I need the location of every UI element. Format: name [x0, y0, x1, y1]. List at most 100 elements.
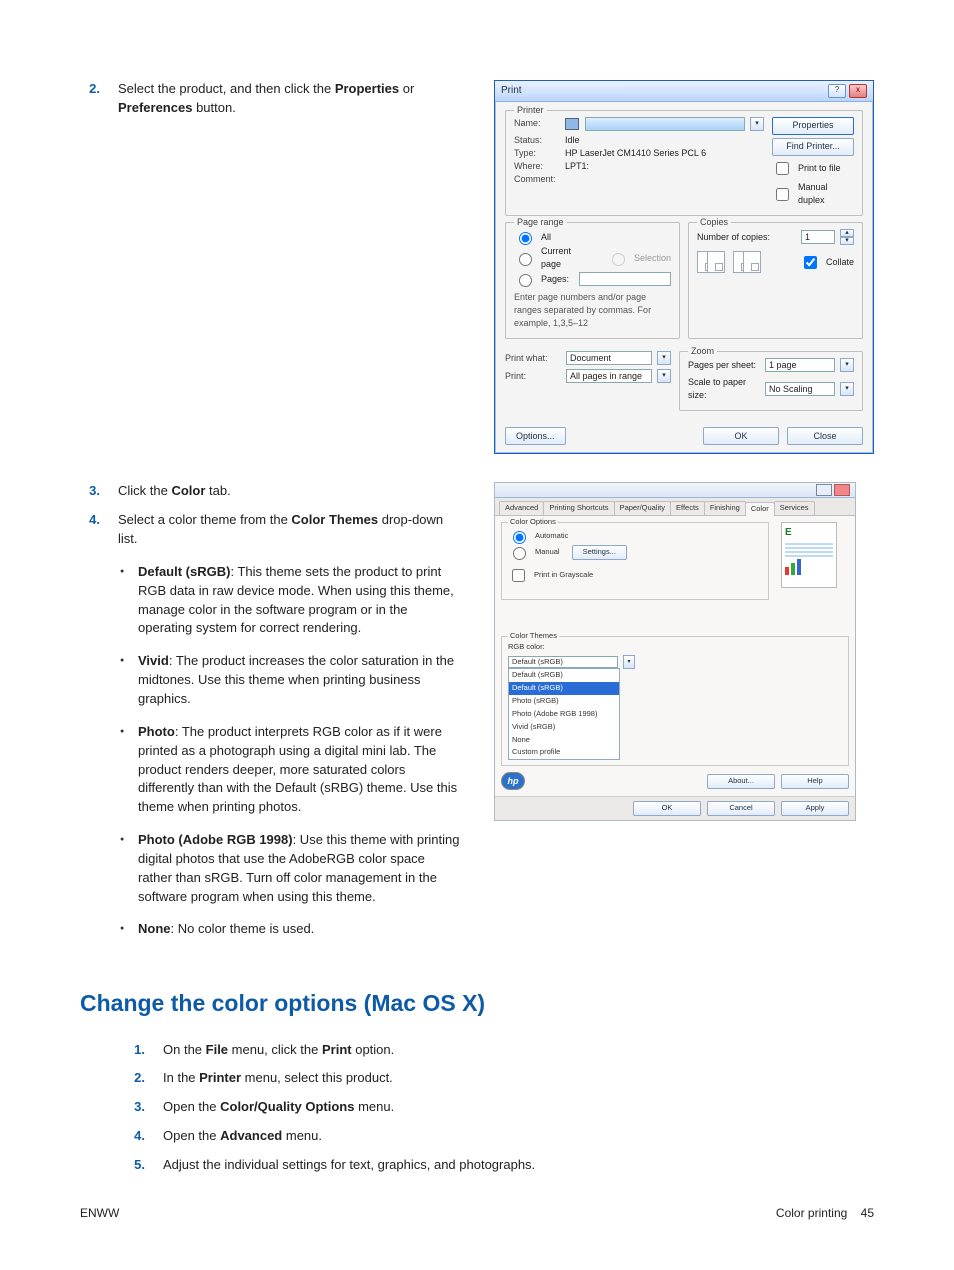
list-item[interactable]: Custom profile [509, 746, 619, 759]
grayscale-checkbox[interactable]: Print in Grayscale [508, 566, 762, 585]
cancel-button[interactable]: Cancel [707, 801, 775, 816]
minimize-icon[interactable] [816, 484, 832, 496]
mac-step-2-number: 2. [125, 1069, 145, 1088]
t: Color printing [776, 1206, 847, 1220]
value-where: LPT1: [565, 160, 589, 173]
list-item[interactable]: Vivid (sRGB) [509, 721, 619, 734]
help-icon[interactable]: ? [828, 84, 846, 98]
bullet-adobe: Photo (Adobe RGB 1998): Use this theme w… [118, 831, 460, 906]
label-print: Print: [505, 370, 560, 383]
ok-button[interactable]: OK [633, 801, 701, 816]
tab-finishing[interactable]: Finishing [704, 501, 746, 515]
t: menu, click the [228, 1042, 322, 1057]
tab-advanced[interactable]: Advanced [499, 501, 544, 515]
chevron-down-icon[interactable]: ▾ [623, 655, 635, 669]
print-to-file-checkbox[interactable]: Print to file [772, 159, 854, 178]
tab-printing-shortcuts[interactable]: Printing Shortcuts [543, 501, 614, 515]
t: Color [171, 483, 205, 498]
t: Print to file [798, 162, 841, 175]
label-type: Type: [514, 147, 559, 160]
about-button[interactable]: About... [707, 774, 775, 789]
label-print-what: Print what: [505, 352, 560, 365]
list-item[interactable]: None [509, 734, 619, 747]
t: Properties [335, 81, 399, 96]
options-button[interactable]: Options... [505, 427, 566, 445]
close-icon[interactable]: x [849, 84, 867, 98]
printer-icon [565, 118, 579, 130]
chevron-down-icon[interactable]: ▾ [750, 117, 764, 131]
label-name: Name: [514, 117, 559, 130]
print-select[interactable]: All pages in range [566, 369, 652, 383]
find-printer-button[interactable]: Find Printer... [772, 138, 854, 156]
t: Open the [163, 1128, 220, 1143]
chevron-down-icon[interactable]: ▾ [840, 382, 854, 396]
radio-current[interactable]: Current page [514, 245, 583, 271]
dialog-title: Print [501, 84, 522, 99]
step-3-text: Click the Color tab. [118, 482, 231, 501]
radio-selection: Selection [607, 250, 671, 266]
radio-pages[interactable]: Pages: [514, 271, 671, 287]
screenshot-properties-dialog: Advanced Printing Shortcuts Paper/Qualit… [494, 482, 856, 821]
t: Advanced [220, 1128, 282, 1143]
tab-color[interactable]: Color [745, 502, 775, 516]
footer-left: ENWW [80, 1205, 119, 1222]
spinner-down-icon[interactable]: ▾ [840, 237, 854, 245]
screenshot-print-dialog: Print ? x Printer Name: [494, 80, 874, 454]
apply-button[interactable]: Apply [781, 801, 849, 816]
step-4-number: 4. [80, 511, 100, 549]
rgb-color-select[interactable]: Default (sRGB) [508, 656, 618, 668]
t: Collate [826, 256, 854, 269]
t: : No color theme is used. [171, 921, 315, 936]
t: Select the product, and then click the [118, 81, 335, 96]
print-what-select[interactable]: Document [566, 351, 652, 365]
t: Click the [118, 483, 171, 498]
chevron-down-icon[interactable]: ▾ [840, 358, 854, 372]
ok-button[interactable]: OK [703, 427, 779, 445]
copies-input[interactable]: 1 [801, 230, 835, 244]
radio-automatic[interactable]: Automatic [508, 528, 762, 544]
section-heading: Change the color options (Mac OS X) [80, 987, 874, 1020]
bullet-photo: Photo: The product interprets RGB color … [118, 723, 460, 817]
label-copies: Number of copies: [697, 231, 770, 244]
radio-all[interactable]: All [514, 229, 671, 245]
tab-paper-quality[interactable]: Paper/Quality [614, 501, 671, 515]
t: Color/Quality Options [220, 1099, 354, 1114]
collate-checkbox[interactable]: Collate [800, 253, 854, 272]
chevron-down-icon[interactable]: ▾ [657, 351, 671, 365]
mac-step-4-number: 4. [125, 1127, 145, 1146]
tab-effects[interactable]: Effects [670, 501, 705, 515]
tab-services[interactable]: Services [774, 501, 815, 515]
t: Manual duplex [798, 181, 854, 207]
pages-hint: Enter page numbers and/or page ranges se… [514, 291, 671, 330]
t: button. [192, 100, 235, 115]
radio-manual[interactable]: Manual [508, 544, 560, 560]
pages-input[interactable] [579, 272, 671, 286]
close-button[interactable]: Close [787, 427, 863, 445]
list-item[interactable]: Photo (Adobe RGB 1998) [509, 708, 619, 721]
t: menu. [282, 1128, 322, 1143]
settings-button[interactable]: Settings... [572, 545, 627, 560]
t: Photo [138, 724, 175, 739]
t: tab. [205, 483, 230, 498]
step-2-number: 2. [80, 80, 100, 118]
t: Photo (Adobe RGB 1998) [138, 832, 293, 847]
pages-per-sheet-select[interactable]: 1 page [765, 358, 835, 372]
t: File [206, 1042, 228, 1057]
t: On the [163, 1042, 206, 1057]
list-item[interactable]: Photo (sRGB) [509, 695, 619, 708]
manual-duplex-checkbox[interactable]: Manual duplex [772, 181, 854, 207]
mac-step-4-text: Open the Advanced menu. [163, 1127, 322, 1146]
list-item[interactable]: Default (sRGB) [509, 682, 619, 695]
list-item[interactable]: Default (sRGB) [509, 669, 619, 682]
close-icon[interactable] [834, 484, 850, 496]
scale-to-size-select[interactable]: No Scaling [765, 382, 835, 396]
help-button[interactable]: Help [781, 774, 849, 789]
rgb-color-dropdown-list[interactable]: Default (sRGB) Default (sRGB) Photo (sRG… [508, 668, 620, 760]
chevron-down-icon[interactable]: ▾ [657, 369, 671, 383]
step-3-number: 3. [80, 482, 100, 501]
printer-name-select[interactable] [585, 117, 745, 131]
t: menu, select this product. [241, 1070, 393, 1085]
properties-button[interactable]: Properties [772, 117, 854, 135]
label-status: Status: [514, 134, 559, 147]
mac-step-2-text: In the Printer menu, select this product… [163, 1069, 393, 1088]
